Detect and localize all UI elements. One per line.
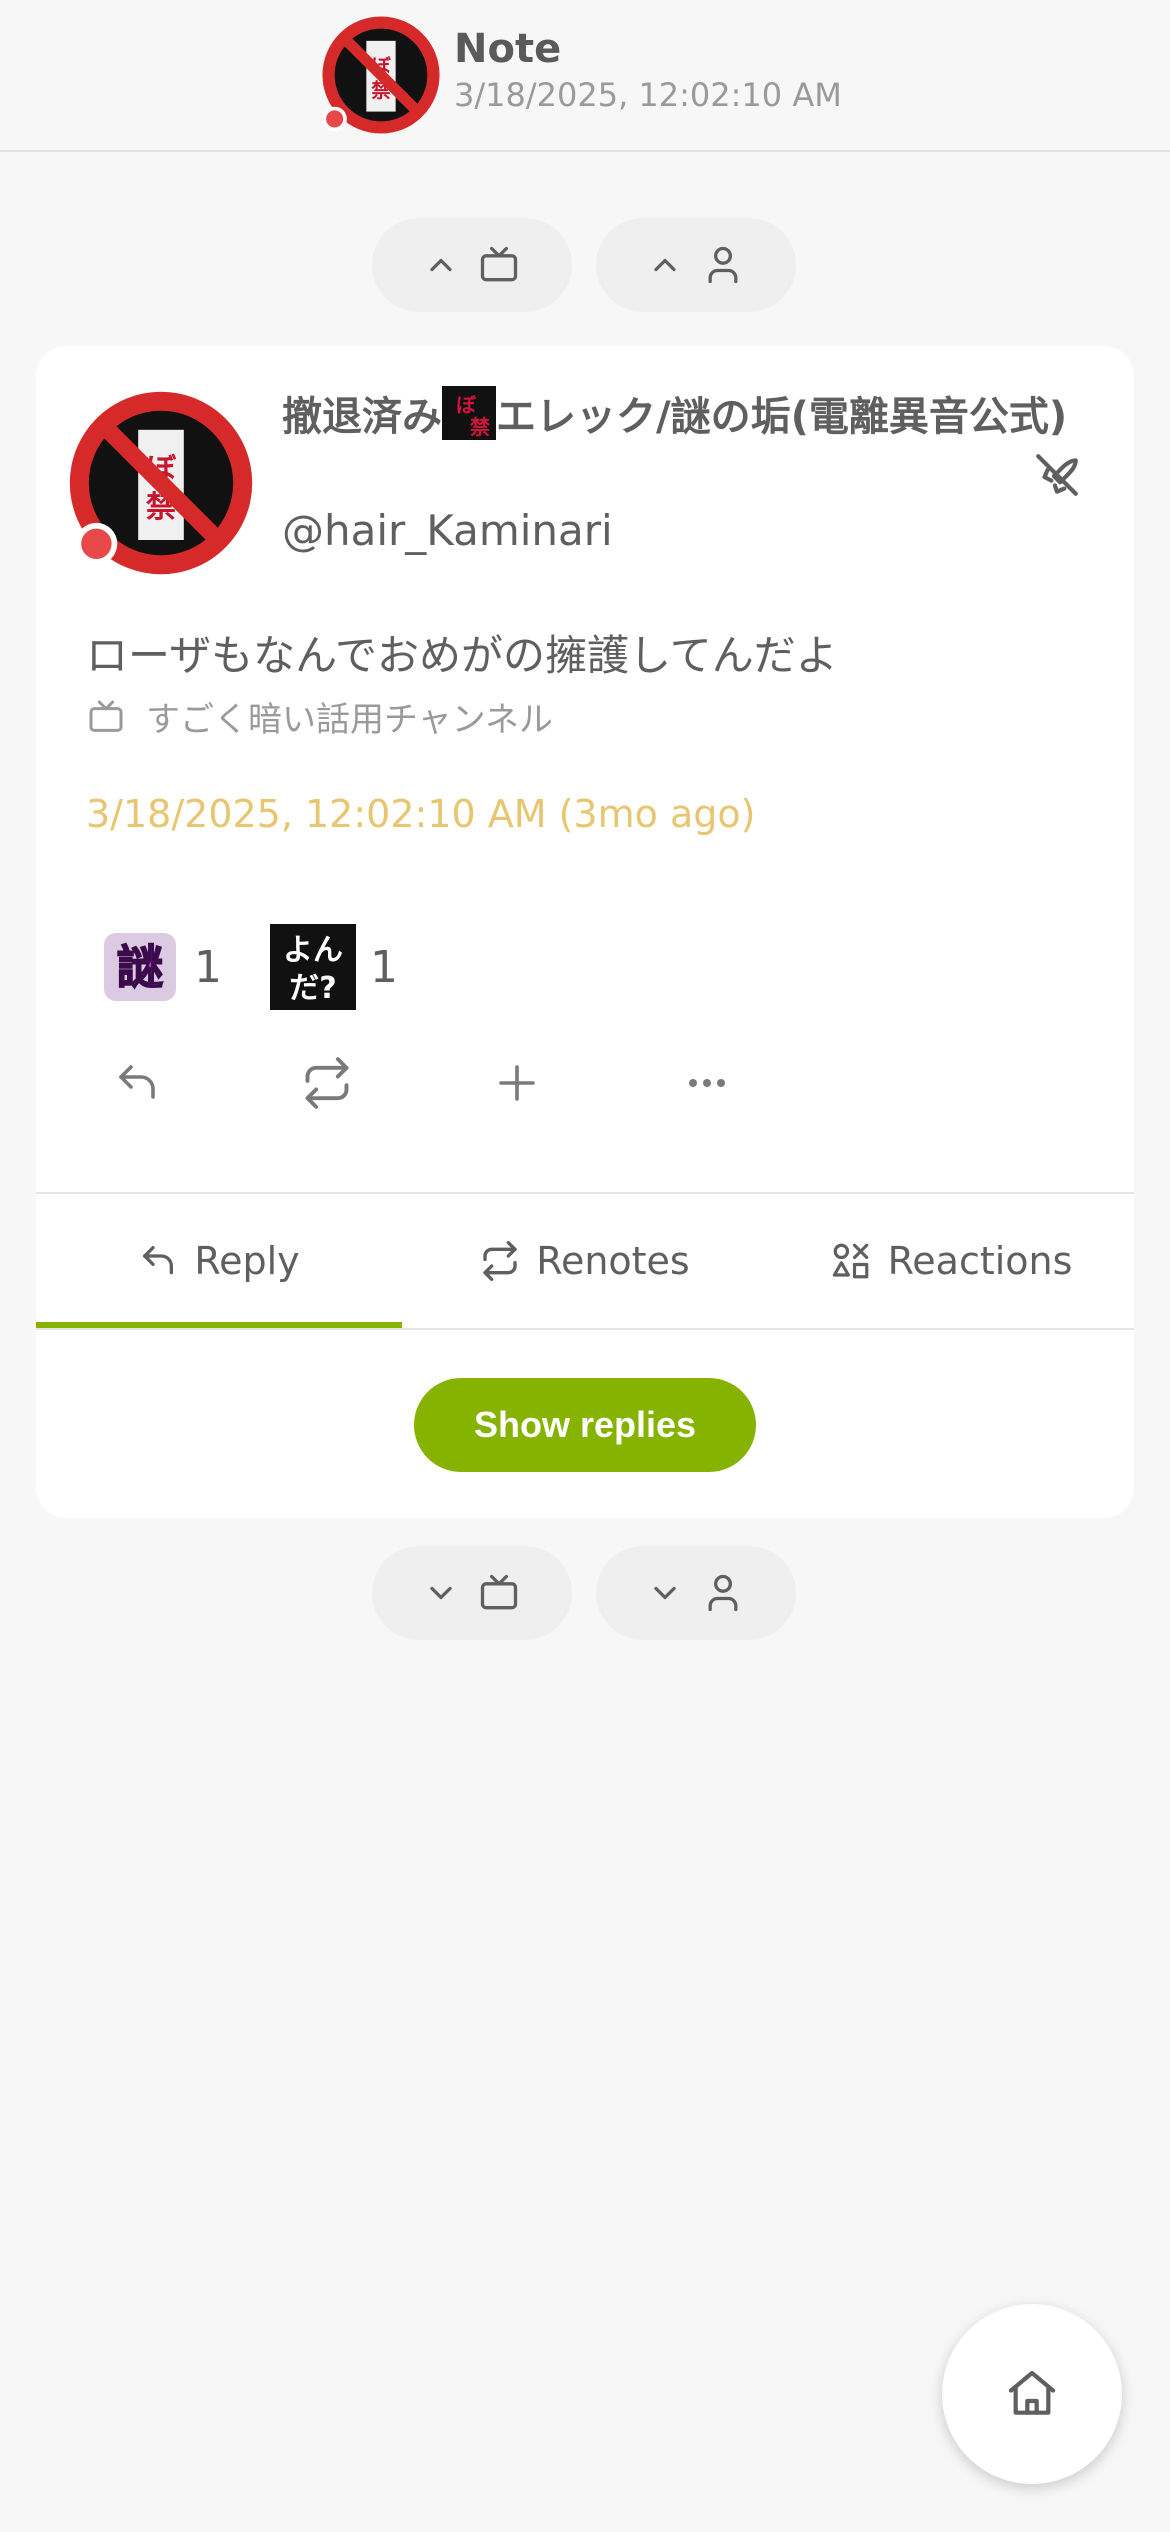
reply-icon [119, 1065, 155, 1099]
reply-icon [143, 1246, 174, 1275]
show-replies-button[interactable]: Show replies [414, 1378, 756, 1472]
svg-text:だ?: だ? [289, 971, 336, 1006]
next-channel-note-button[interactable] [372, 1546, 572, 1640]
note-timestamp[interactable]: 3/18/2025, 12:02:10 AM (3mo ago) [86, 792, 755, 836]
tabs-divider [36, 1328, 1134, 1330]
user-name-part2: エレック/謎の垢(電離異音公式) [496, 394, 1068, 440]
chevron-up-icon [430, 258, 452, 272]
more-button[interactable] [680, 1056, 734, 1110]
tv-icon [480, 246, 518, 282]
bokin-emoji: ぼ禁 [442, 386, 496, 440]
note-card: ぼ 禁 撤退済みぼ禁エレック/謎の垢(電離異音公式) @hair_Kaminar… [36, 346, 1134, 1518]
page-header: ぼ 禁 Note 3/18/2025, 12:02:10 AM [0, 0, 1170, 152]
reaction-yonda[interactable]: よん だ? 1 [270, 924, 398, 1010]
user-display-name[interactable]: 撤退済みぼ禁エレック/謎の垢(電離異音公式) [282, 386, 1072, 447]
reaction-count: 1 [194, 941, 222, 993]
reply-button[interactable] [110, 1056, 164, 1110]
renote-button[interactable] [300, 1056, 354, 1110]
note-tabs: Reply Renotes Reactions [36, 1194, 1134, 1328]
tv-icon [89, 700, 123, 732]
tab-reactions[interactable]: Reactions [768, 1194, 1134, 1328]
user-name-part1: 撤退済み [282, 394, 442, 440]
channel-name: すごく暗い話用チャンネル [146, 700, 553, 740]
prev-user-note-button[interactable] [596, 218, 796, 312]
nazo-emoji: 謎 [104, 933, 176, 1001]
renote-icon [483, 1241, 517, 1281]
home-icon [1008, 2370, 1056, 2415]
note-text: ローザもなんでおめがの擁護してんだよ [86, 631, 838, 680]
chevron-down-icon [654, 1586, 676, 1600]
tv-icon [480, 1574, 518, 1610]
tab-renotes[interactable]: Renotes [402, 1194, 768, 1328]
user-avatar[interactable]: ぼ 禁 [66, 388, 256, 578]
user-icon [708, 1574, 738, 1612]
prev-channel-note-button[interactable] [372, 218, 572, 312]
tab-reply-label: Reply [194, 1239, 300, 1283]
avatar[interactable]: ぼ 禁 [320, 14, 442, 136]
reaction-nazo[interactable]: 謎 1 [100, 924, 222, 1010]
user-icon [708, 246, 738, 284]
user-handle[interactable]: @hair_Kaminari [282, 506, 613, 555]
channel-link[interactable]: すごく暗い話用チャンネル [86, 692, 553, 741]
next-user-note-button[interactable] [596, 1546, 796, 1640]
chevron-down-icon [430, 1586, 452, 1600]
add-reaction-button[interactable] [490, 1056, 544, 1110]
svg-text:ぼ: ぼ [456, 393, 477, 417]
tab-reply[interactable]: Reply [36, 1194, 402, 1328]
reactions-list: 謎 1 よん だ? 1 [100, 924, 398, 1010]
more-icon [689, 1079, 725, 1087]
rocket-off-icon [1036, 454, 1078, 496]
tab-reactions-label: Reactions [887, 1239, 1073, 1283]
yonda-emoji: よん だ? [270, 924, 356, 1010]
tab-renotes-label: Renotes [536, 1239, 690, 1283]
svg-text:よん: よん [283, 933, 343, 968]
renote-icon [305, 1057, 349, 1109]
svg-text:謎: 謎 [117, 940, 163, 994]
plus-icon [499, 1065, 535, 1101]
home-button[interactable] [942, 2304, 1122, 2484]
chevron-up-icon [654, 258, 676, 272]
page-title: Note [454, 26, 562, 72]
reaction-count: 1 [370, 941, 398, 993]
note-actions [110, 1056, 734, 1110]
header-timestamp: 3/18/2025, 12:02:10 AM [454, 76, 842, 114]
svg-text:禁: 禁 [470, 415, 490, 439]
shapes-icon [832, 1243, 868, 1279]
